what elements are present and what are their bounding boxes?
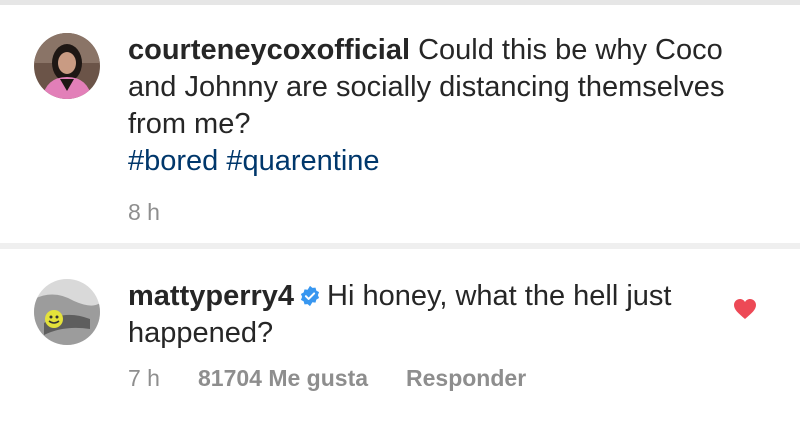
comment-username[interactable]: mattyperry4 bbox=[128, 280, 294, 312]
comment: mattyperry4 Hi honey, what the hell just … bbox=[0, 249, 800, 426]
comment-timestamp[interactable]: 7 h bbox=[128, 365, 160, 392]
avatar[interactable] bbox=[34, 33, 100, 99]
hashtag-bored[interactable]: #bored bbox=[128, 145, 218, 177]
post-username[interactable]: courteneycoxofficial bbox=[128, 34, 410, 66]
comment-text: mattyperry4 Hi honey, what the hell just … bbox=[128, 278, 708, 352]
post-caption: courteneycoxofficial Could this be why C… bbox=[0, 5, 800, 243]
post-meta: 8 h bbox=[128, 199, 160, 226]
caption-text: courteneycoxofficial Could this be why C… bbox=[128, 32, 728, 180]
heart-icon[interactable] bbox=[733, 298, 757, 320]
verified-badge-icon bbox=[299, 280, 321, 307]
comment-meta: 7 h 81704 Me gusta Responder bbox=[128, 365, 526, 392]
avatar[interactable] bbox=[34, 279, 100, 345]
post-timestamp[interactable]: 8 h bbox=[128, 199, 160, 226]
like-count[interactable]: 81704 Me gusta bbox=[198, 365, 368, 392]
reply-button[interactable]: Responder bbox=[406, 365, 526, 392]
hashtag-quarentine[interactable]: #quarentine bbox=[226, 145, 379, 177]
